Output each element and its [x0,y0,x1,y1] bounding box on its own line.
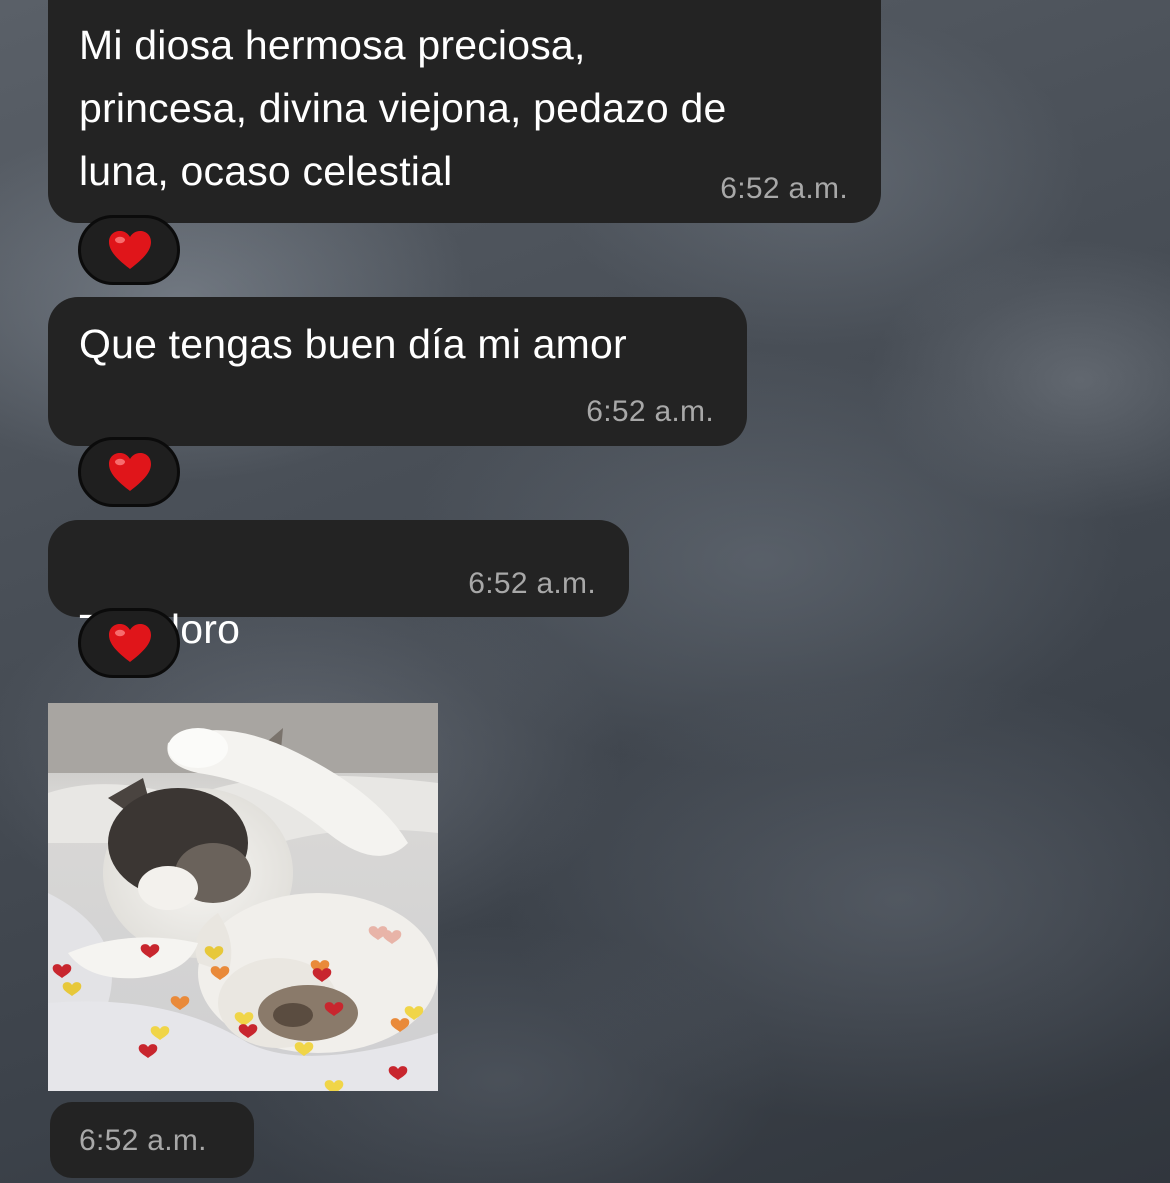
cat-sticker[interactable] [48,703,438,1091]
message-bubble[interactable]: Que tengas buen día mi amor 6:52 a.m. [48,297,747,446]
chat-view: Mi diosa hermosa preciosa, princesa, div… [0,0,1170,1183]
cat-sticker-image [48,703,438,1091]
sticker-timestamp: 6:52 a.m. [79,1124,207,1157]
sticker-timestamp-pill: 6:52 a.m. [50,1102,254,1178]
message-timestamp: 6:52 a.m. [720,172,848,205]
message-text: Mi diosa hermosa preciosa, princesa, div… [79,22,727,194]
message-timestamp: 6:52 a.m. [586,395,714,428]
message-timestamp: 6:52 a.m. [468,567,596,600]
heart-icon [109,453,151,491]
message-bubble[interactable]: Te adoro [48,520,629,905]
heart-icon [109,231,151,269]
message-bubble[interactable]: Mi diosa hermosa preciosa, princesa, div… [48,0,881,223]
message-text: Que tengas buen día mi amor [79,321,627,367]
reaction-badge[interactable] [78,215,180,285]
reaction-badge[interactable] [78,608,180,678]
reaction-badge[interactable] [78,437,180,507]
heart-icon [109,624,151,662]
